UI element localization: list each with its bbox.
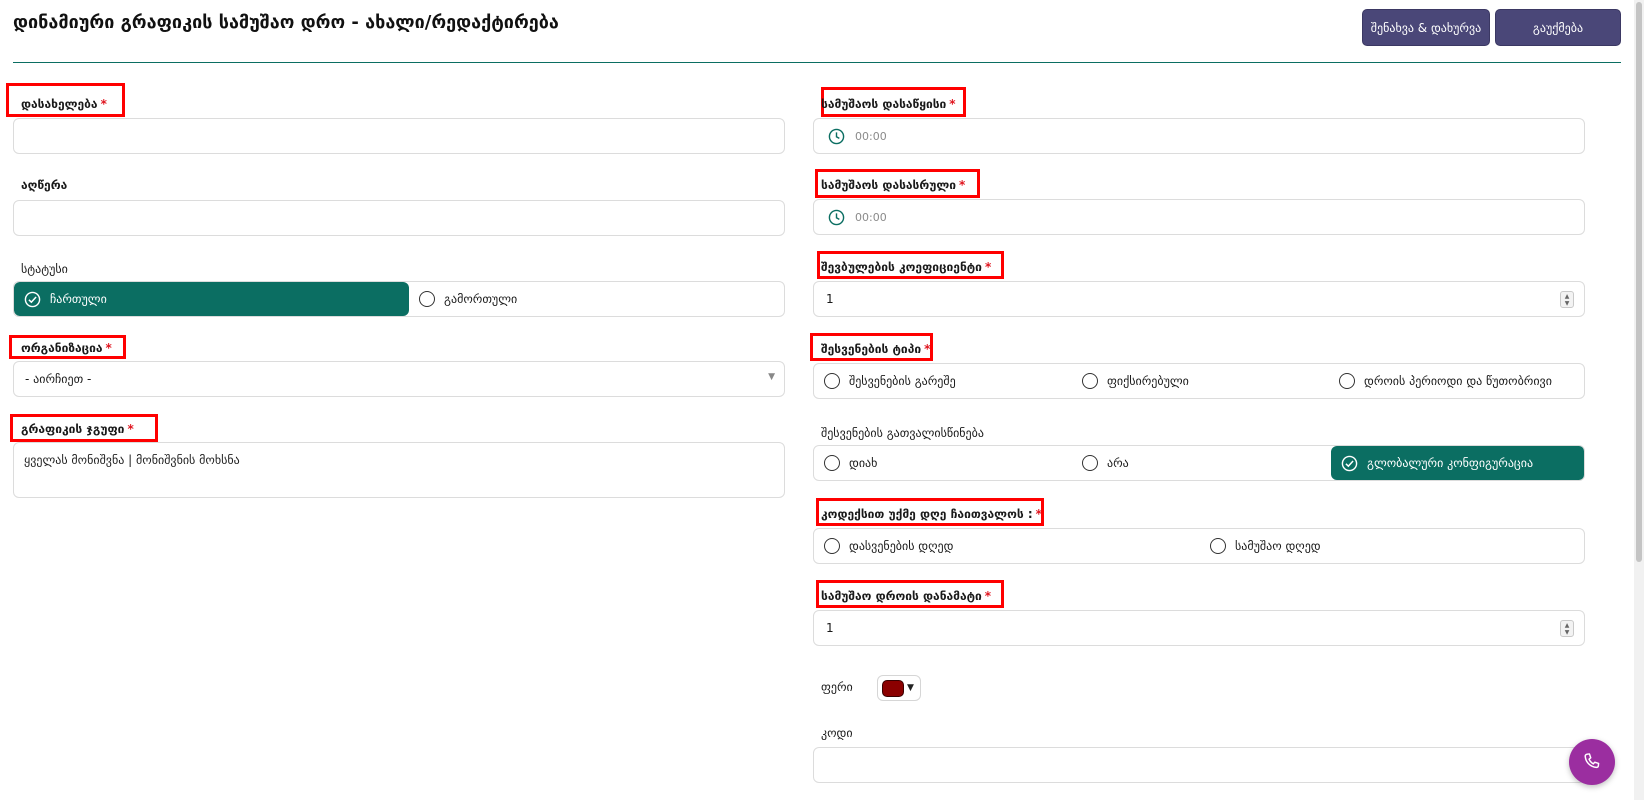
break-consider-option-yes-label: დიახ <box>849 456 878 470</box>
holiday-count-label: კოდექსით უქმე დღე ჩაითვალოს : * <box>821 507 1042 521</box>
radio-icon <box>1339 373 1355 389</box>
reduction-coef-input[interactable]: 1 ▲ ▼ <box>813 281 1585 317</box>
call-fab-button[interactable] <box>1569 739 1615 785</box>
page-title: დინამიური გრაფიკის სამუშაო დრო - ახალი/რ… <box>13 12 559 33</box>
radio-icon <box>419 291 435 307</box>
organization-label: ორგანიზაცია * <box>21 341 112 355</box>
clock-icon <box>828 209 845 225</box>
work-end-value: 00:00 <box>855 210 887 224</box>
reduction-coef-value: 1 <box>826 292 834 306</box>
work-start-input[interactable]: 00:00 <box>813 118 1585 154</box>
work-time-extra-value: 1 <box>826 621 834 635</box>
break-consider-option-no[interactable]: არა <box>1072 446 1329 480</box>
clock-icon <box>828 128 845 144</box>
chevron-down-icon: ▼ <box>907 683 914 693</box>
work-time-extra-input[interactable]: 1 ▲ ▼ <box>813 610 1585 646</box>
holiday-count-option-work-label: სამუშაო დღედ <box>1235 539 1321 553</box>
break-consider-option-yes[interactable]: დიახ <box>814 446 1072 480</box>
header-divider <box>13 62 1621 63</box>
separator: | <box>128 453 133 467</box>
check-circle-icon <box>24 291 41 307</box>
organization-select[interactable]: - აირჩიეთ - ▼ <box>13 361 785 397</box>
select-all-link[interactable]: ყველას მონიშვნა <box>24 453 124 467</box>
description-label: აღწერა <box>21 178 68 192</box>
color-picker[interactable]: ▼ <box>877 675 921 701</box>
break-type-option-fixed-label: ფიქსირებული <box>1107 374 1189 388</box>
break-consider-option-global-label: გლობალური კონფიგურაცია <box>1367 456 1534 470</box>
break-consider-toggle: დიახ არა გლობალური კონფიგურაცია <box>813 445 1585 481</box>
radio-icon <box>1082 373 1098 389</box>
radio-icon <box>824 455 840 471</box>
status-toggle: ჩართული გამორთული <box>13 281 785 317</box>
break-type-option-none[interactable]: შესვენების გარეშე <box>814 364 1072 398</box>
chevron-down-icon: ▼ <box>768 372 775 382</box>
schedule-group-label: გრაფიკის ჯგუფი * <box>21 422 134 436</box>
break-consider-label: შესვენების გათვალისწინება <box>821 426 984 440</box>
color-swatch <box>882 679 904 697</box>
break-type-option-period-label: დროის პერიოდი და წუთობრივი <box>1364 374 1552 388</box>
work-time-extra-label: სამუშაო დროის დანამატი * <box>821 589 992 603</box>
radio-icon <box>1210 538 1226 554</box>
number-spinner[interactable]: ▲ ▼ <box>1560 291 1574 308</box>
schedule-group-box: ყველას მონიშვნა | მონიშვნის მოხსნა <box>13 442 785 498</box>
name-label: დასახელება * <box>21 97 107 111</box>
code-label: კოდი <box>821 726 853 740</box>
phone-icon <box>1584 753 1600 769</box>
break-type-option-fixed[interactable]: ფიქსირებული <box>1072 364 1329 398</box>
work-end-label: სამუშაოს დასასრული * <box>821 178 966 192</box>
holiday-count-option-rest[interactable]: დასვენების დღედ <box>814 529 1200 563</box>
holiday-count-radio-group: დასვენების დღედ სამუშაო დღედ <box>813 528 1585 564</box>
reduction-coef-label: შევბულების კოეფიციენტი * <box>821 260 992 274</box>
work-end-input[interactable]: 00:00 <box>813 199 1585 235</box>
break-consider-option-global[interactable]: გლობალური კონფიგურაცია <box>1331 446 1584 480</box>
organization-select-value: - აირჩიეთ - <box>25 372 92 386</box>
description-input[interactable] <box>13 200 785 236</box>
work-start-value: 00:00 <box>855 129 887 143</box>
work-start-label: სამუშაოს დასაწყისი * <box>821 97 956 111</box>
break-type-option-period[interactable]: დროის პერიოდი და წუთობრივი <box>1329 364 1584 398</box>
save-close-button[interactable]: შენახვა & დახურვა <box>1362 9 1490 46</box>
radio-icon <box>824 538 840 554</box>
holiday-count-option-work[interactable]: სამუშაო დღედ <box>1200 529 1584 563</box>
break-type-radio-group: შესვენების გარეშე ფიქსირებული დროის პერი… <box>813 363 1585 399</box>
check-circle-icon <box>1341 455 1358 471</box>
code-input[interactable] <box>813 747 1585 783</box>
status-option-off[interactable]: გამორთული <box>409 282 784 316</box>
radio-icon <box>824 373 840 389</box>
status-option-on[interactable]: ჩართული <box>14 282 409 316</box>
radio-icon <box>1082 455 1098 471</box>
color-label: ფერი <box>821 680 853 694</box>
name-input[interactable] <box>13 118 785 154</box>
status-option-on-label: ჩართული <box>50 292 107 306</box>
break-type-label: შესვენების ტიპი * <box>821 342 931 356</box>
break-consider-option-no-label: არა <box>1107 456 1129 470</box>
number-spinner[interactable]: ▲ ▼ <box>1560 620 1574 637</box>
status-option-off-label: გამორთული <box>444 292 518 306</box>
scrollbar-thumb[interactable] <box>1636 2 1642 562</box>
cancel-button[interactable]: გაუქმება <box>1495 9 1621 46</box>
holiday-count-option-rest-label: დასვენების დღედ <box>849 539 954 553</box>
break-type-option-none-label: შესვენების გარეშე <box>849 374 956 388</box>
status-label: სტატუსი <box>21 262 68 276</box>
clear-all-link[interactable]: მონიშვნის მოხსნა <box>136 453 240 467</box>
